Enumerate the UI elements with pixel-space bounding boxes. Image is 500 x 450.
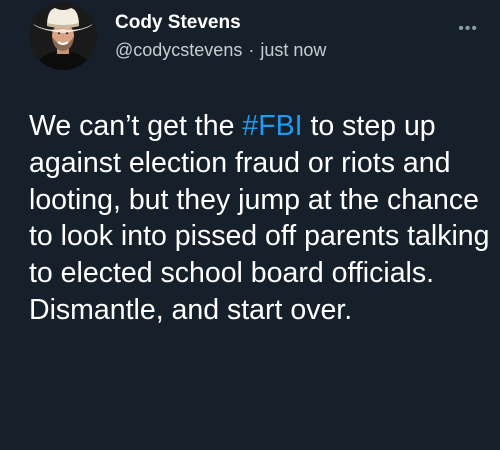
tweet-header: Cody Stevens @codycstevens · just now: [115, 11, 326, 61]
avatar[interactable]: [29, 2, 97, 70]
more-options-button[interactable]: •••: [458, 20, 478, 38]
tweet-text: We can’t get the #FBI to step up against…: [29, 108, 494, 329]
ellipsis-icon: •••: [458, 20, 478, 37]
author-handle[interactable]: @codycstevens: [115, 40, 242, 60]
author-meta: @codycstevens · just now: [115, 39, 326, 61]
tweet-text-after: to step up against election fraud or rio…: [29, 110, 490, 326]
tweet-timestamp[interactable]: just now: [260, 40, 326, 60]
tweet-card: Cody Stevens @codycstevens · just now ••• …: [0, 0, 500, 450]
tweet-text-before: We can’t get the: [29, 110, 243, 142]
author-display-name[interactable]: Cody Stevens: [115, 11, 326, 35]
meta-separator: ·: [248, 40, 255, 60]
hashtag-link[interactable]: #FBI: [242, 110, 302, 142]
cowboy-hat-avatar-icon: [29, 2, 97, 70]
